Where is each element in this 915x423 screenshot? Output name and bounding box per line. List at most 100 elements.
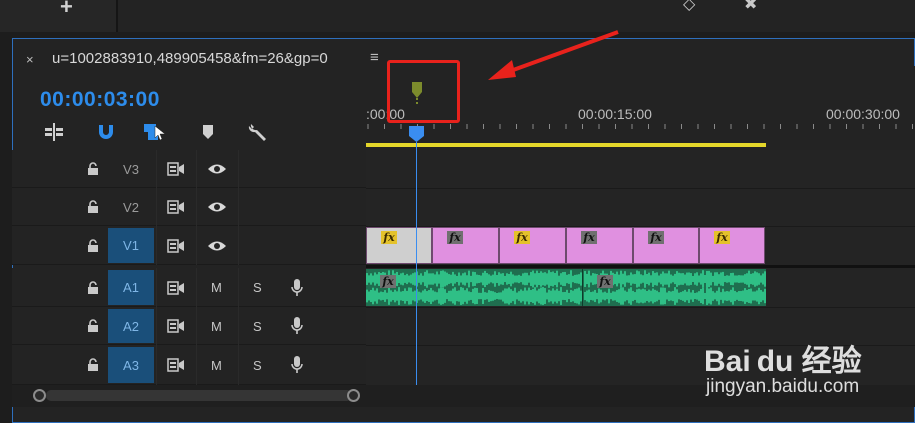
mute-a2-button[interactable]: M — [211, 317, 222, 335]
track-header-separator — [156, 307, 157, 345]
track-label-a1[interactable]: A1 — [108, 270, 154, 305]
settings-wrench-icon[interactable] — [246, 122, 270, 142]
solo-a2-button[interactable]: S — [253, 317, 262, 335]
fx-badge: fx — [447, 231, 463, 244]
track-header-separator — [238, 188, 239, 226]
top-toolbar-strip — [0, 0, 915, 32]
track-header-separator — [196, 150, 197, 188]
voiceover-a2-mic-icon[interactable] — [291, 317, 303, 335]
track-header-separator — [238, 268, 239, 307]
track-header-separator — [238, 345, 239, 385]
close-tab-icon[interactable]: × — [26, 52, 34, 67]
track-label-v3[interactable]: V3 — [108, 152, 154, 186]
toggle-output-v2-eye-icon[interactable] — [207, 198, 227, 216]
fx-badge: fx — [714, 231, 730, 244]
scroll-left-handle[interactable] — [33, 389, 46, 402]
annotation-arrow — [488, 30, 619, 80]
annotation-highlight-box — [387, 60, 460, 123]
sync-lock-v3-icon[interactable] — [167, 160, 185, 178]
track-header-separator — [156, 188, 157, 226]
work-area-bar[interactable] — [366, 143, 766, 147]
track-label-text: A1 — [123, 280, 139, 295]
track-label-v1[interactable]: V1 — [108, 228, 154, 263]
video-clip-v1-2[interactable]: fx — [432, 227, 499, 264]
ruler-ticks — [367, 124, 913, 129]
ruler-label-30: 00:00:30:00 — [826, 106, 900, 122]
track-header-separator — [156, 150, 157, 188]
track-label-text: V2 — [123, 199, 139, 215]
track-header-separator — [238, 150, 239, 188]
video-clip-v1-5[interactable]: fx — [633, 227, 699, 264]
solo-a3-button[interactable]: S — [253, 356, 262, 374]
panel-menu-icon[interactable]: ≡ — [370, 49, 379, 66]
track-label-v2[interactable]: V2 — [108, 190, 154, 224]
playhead-line — [416, 142, 417, 385]
playhead-timecode[interactable]: 00:00:03:00 — [40, 88, 160, 112]
track-header-v2 — [12, 188, 366, 226]
mute-label: M — [211, 280, 222, 295]
mute-label: M — [211, 318, 222, 334]
solo-label: S — [253, 280, 262, 295]
mute-label: M — [211, 357, 222, 373]
track-header-separator — [156, 226, 157, 265]
sync-lock-a3-icon[interactable] — [167, 356, 185, 374]
playhead-handle[interactable] — [408, 126, 425, 142]
track-header-v1 — [12, 226, 366, 265]
plus-icon[interactable]: + — [60, 0, 73, 20]
toggle-output-v3-eye-icon[interactable] — [207, 160, 227, 178]
track-header-separator — [156, 345, 157, 385]
voiceover-a1-mic-icon[interactable] — [291, 278, 303, 297]
lock-a1-icon[interactable] — [86, 279, 100, 297]
track-label-a3[interactable]: A3 — [108, 347, 154, 383]
video-clip-v1-3[interactable]: fx — [499, 227, 566, 264]
mute-a3-button[interactable]: M — [211, 356, 222, 374]
video-audio-divider — [366, 265, 915, 268]
solo-a1-button[interactable]: S — [253, 279, 262, 297]
sequence-tab-title[interactable]: u=1002883910,489905458&fm=26&gp=0 — [52, 50, 328, 67]
video-clip-v1-6[interactable]: fx — [699, 227, 765, 264]
track-header-separator — [196, 268, 197, 307]
voiceover-a3-mic-icon[interactable] — [291, 356, 303, 374]
track-header-separator — [196, 345, 197, 385]
lock-a3-icon[interactable] — [86, 356, 100, 374]
sync-lock-a1-icon[interactable] — [167, 279, 185, 297]
video-clip-v1-1[interactable]: fx — [366, 227, 432, 264]
mute-a1-button[interactable]: M — [211, 279, 222, 297]
snap-magnet-icon[interactable] — [94, 122, 118, 142]
fx-badge: fx — [380, 275, 396, 288]
toggle-output-v1-eye-icon[interactable] — [207, 237, 227, 255]
track-label-text: V1 — [123, 238, 139, 253]
sync-lock-v2-icon[interactable] — [167, 198, 185, 216]
track-divider — [366, 307, 915, 308]
track-label-text: A3 — [123, 357, 139, 373]
track-header-separator — [196, 226, 197, 265]
audio-clip-a1[interactable]: fx fx — [366, 269, 766, 306]
top-left-panel — [0, 0, 118, 32]
track-header-separator — [196, 307, 197, 345]
lock-v3-icon[interactable] — [86, 160, 100, 178]
track-header-a3 — [12, 345, 366, 385]
track-label-a2[interactable]: A2 — [108, 309, 154, 343]
close-x-icon[interactable]: ✖ — [744, 0, 757, 14]
sync-lock-a2-icon[interactable] — [167, 317, 185, 335]
scroll-right-handle[interactable] — [347, 389, 360, 402]
diamond-icon[interactable]: ◇ — [683, 0, 695, 14]
sync-lock-v1-icon[interactable] — [167, 237, 185, 255]
lock-v2-icon[interactable] — [86, 198, 100, 216]
insert-edit-icon[interactable] — [42, 122, 66, 142]
fx-badge: fx — [597, 275, 613, 288]
track-header-separator — [238, 307, 239, 345]
track-header-separator — [196, 188, 197, 226]
lock-a2-icon[interactable] — [86, 317, 100, 335]
solo-label: S — [253, 318, 262, 334]
lock-v1-icon[interactable] — [86, 237, 100, 255]
video-clip-v1-4[interactable]: fx — [566, 227, 633, 264]
track-header-a2 — [12, 307, 366, 345]
horizontal-scrollbar[interactable] — [46, 390, 352, 401]
linked-selection-icon[interactable] — [143, 122, 167, 142]
track-header-separator — [238, 226, 239, 265]
track-divider — [366, 188, 915, 189]
premiere-window: + ◇ ✖ × u=1002883910,489905458&fm=26&gp=… — [0, 0, 915, 423]
track-header-v3 — [12, 150, 366, 188]
add-marker-icon[interactable] — [196, 122, 220, 142]
